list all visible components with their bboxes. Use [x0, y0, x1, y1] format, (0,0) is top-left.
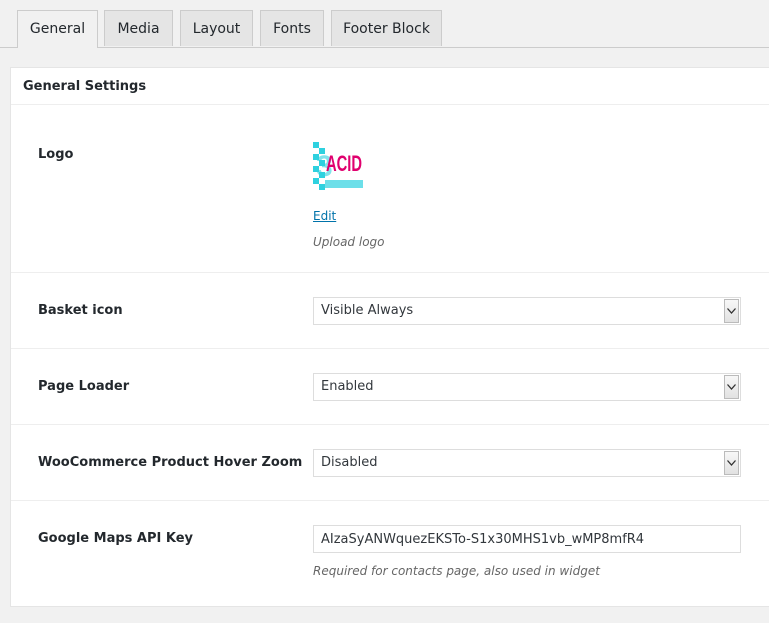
logo-row: Logo [11, 105, 769, 273]
maps-key-label: Google Maps API Key [38, 531, 194, 546]
page-loader-value: Enabled [321, 379, 374, 394]
maps-key-input[interactable] [313, 525, 741, 553]
logo-edit-link[interactable]: Edit [313, 209, 336, 223]
hover-zoom-value: Disabled [321, 455, 378, 470]
panel-title: General Settings [11, 68, 769, 105]
maps-key-help-text: Required for contacts page, also used in… [313, 564, 600, 578]
tab-general[interactable]: General [17, 10, 98, 48]
settings-tabs: General Media Layout Fonts Footer Block [0, 0, 769, 48]
logo-lettering: ACID [326, 151, 362, 176]
chevron-down-icon[interactable] [724, 375, 739, 399]
tab-fonts[interactable]: Fonts [260, 10, 324, 46]
basket-icon-value: Visible Always [321, 303, 414, 318]
hover-zoom-label: WooCommerce Product Hover Zoom [38, 455, 303, 470]
tab-media[interactable]: Media [104, 10, 173, 46]
general-settings-panel: General Settings Logo 3 ACID Edit Upload… [10, 67, 769, 607]
basket-icon-select[interactable]: Visible Always [313, 297, 741, 325]
page-loader-select[interactable]: Enabled [313, 373, 741, 401]
chevron-down-icon[interactable] [724, 451, 739, 475]
logo-label: Logo [38, 147, 74, 162]
logo-help-text: Upload logo [313, 235, 385, 249]
hover-zoom-select[interactable]: Disabled [313, 449, 741, 477]
page-loader-label: Page Loader [38, 379, 130, 394]
basket-icon-label: Basket icon [38, 303, 123, 318]
logo-image[interactable]: 3 ACID [313, 140, 363, 190]
tab-footer-block[interactable]: Footer Block [331, 10, 442, 46]
maps-key-row: Google Maps API Key [11, 501, 769, 606]
tab-layout[interactable]: Layout [180, 10, 253, 46]
chevron-down-icon[interactable] [724, 299, 739, 323]
